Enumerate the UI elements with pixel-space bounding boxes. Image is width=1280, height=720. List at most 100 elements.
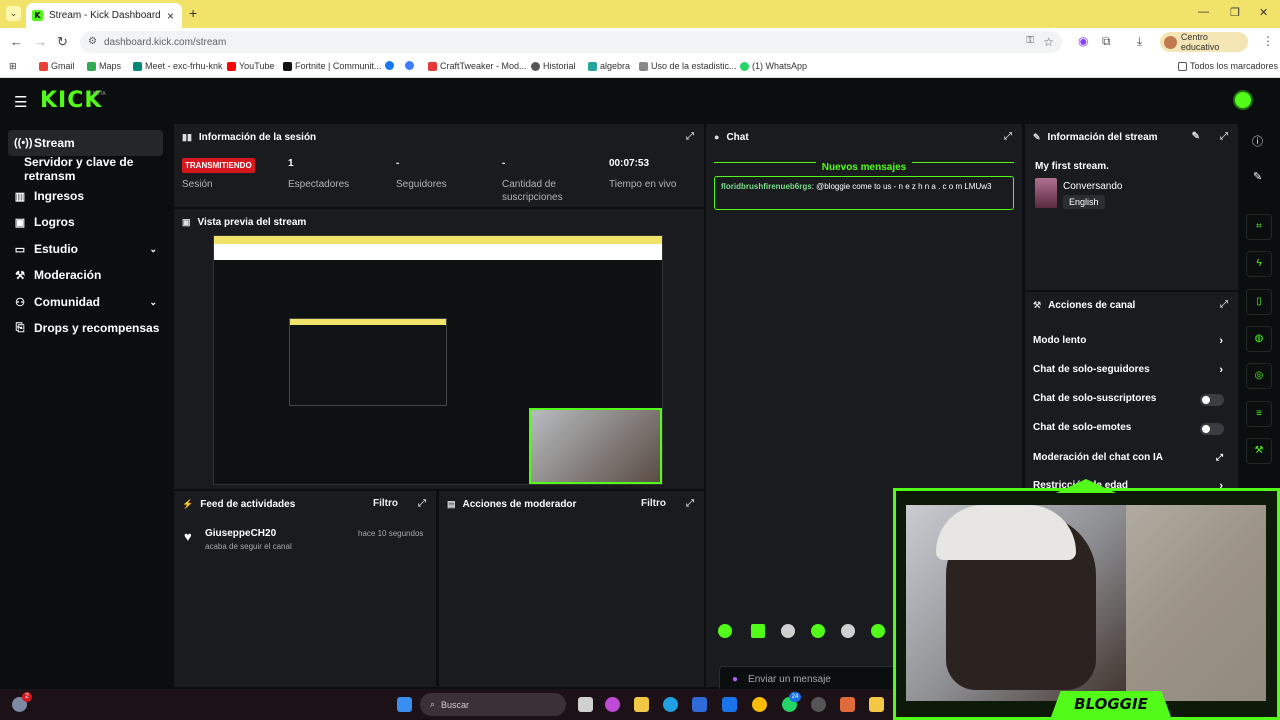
site-info-icon[interactable]: ⚙ bbox=[88, 36, 97, 47]
bookmark-star-icon[interactable]: ☆ bbox=[1043, 35, 1054, 49]
emote-5-icon[interactable] bbox=[841, 624, 855, 638]
toggle-solo-suscriptores[interactable] bbox=[1200, 394, 1224, 406]
expand-icon[interactable]: ⤢ bbox=[1220, 131, 1228, 142]
store-icon[interactable] bbox=[692, 697, 707, 712]
maximize-icon[interactable]: ❐ bbox=[1230, 6, 1240, 19]
stack-icon[interactable]: ≡ bbox=[1246, 401, 1272, 427]
bookmark-maps[interactable]: Maps bbox=[87, 61, 121, 71]
download-icon[interactable]: ⤓ bbox=[1137, 34, 1142, 49]
mail-icon[interactable] bbox=[722, 697, 737, 712]
stream-category[interactable]: Conversando bbox=[1063, 181, 1122, 192]
sidebar-item-logros[interactable]: ▣ Logros bbox=[8, 209, 163, 235]
expand-icon[interactable]: ⤢ bbox=[686, 498, 694, 509]
app-2-icon[interactable] bbox=[869, 697, 884, 712]
stream-preview-video[interactable] bbox=[213, 235, 663, 485]
new-tab-icon[interactable]: + bbox=[189, 5, 197, 21]
emote-6-icon[interactable] bbox=[871, 624, 885, 638]
profile-button[interactable]: Centro educativo bbox=[1160, 32, 1248, 52]
bookmark-crafttweaker[interactable]: CraftTweaker - Mod... bbox=[428, 61, 527, 71]
task-view-icon[interactable] bbox=[578, 697, 593, 712]
stat-followers: - Seguidores bbox=[396, 158, 447, 190]
sidebar-item-moderacion[interactable]: ⚒ Moderación bbox=[8, 262, 163, 288]
action-solo-seguidores[interactable]: Chat de solo-seguidores › bbox=[1033, 364, 1223, 376]
chat-message[interactable]: floridbrushfirenueb6rgs: @bloggie come t… bbox=[714, 176, 1014, 210]
bookmark-messenger[interactable] bbox=[405, 61, 414, 70]
feed-filter-button[interactable]: Filtro bbox=[373, 498, 398, 509]
close-window-icon[interactable]: ✕ bbox=[1259, 6, 1268, 19]
sidebar-item-estudio[interactable]: ▭ Estudio ⌄ bbox=[8, 236, 163, 262]
address-bar: ← → ↻ ⚙ dashboard.kick.com/stream ⚿ ☆ ◉ … bbox=[0, 28, 1280, 56]
whatsapp-icon bbox=[740, 61, 749, 71]
bookmark-whatsapp[interactable]: (1) WhatsApp bbox=[740, 61, 807, 71]
expand-icon[interactable]: ⤢ bbox=[686, 131, 694, 142]
action-modo-lento[interactable]: Modo lento › bbox=[1033, 335, 1223, 347]
edit-icon[interactable]: ✎ bbox=[1192, 131, 1200, 142]
bookmark-fortnite[interactable]: Fortnite | Communit... bbox=[283, 61, 381, 71]
url-field[interactable]: ⚙ dashboard.kick.com/stream ⚿ ☆ bbox=[80, 31, 1062, 53]
file-explorer-icon[interactable] bbox=[634, 697, 649, 712]
bookmark-youtube[interactable]: YouTube bbox=[227, 61, 274, 71]
chat-message-user[interactable]: floridbrushfirenueb6rgs bbox=[721, 182, 812, 191]
forward-icon[interactable]: → bbox=[34, 34, 47, 49]
mod-filter-button[interactable]: Filtro bbox=[641, 498, 666, 509]
tab-search-icon[interactable]: ⌄ bbox=[6, 6, 21, 21]
tab-close-icon[interactable]: × bbox=[167, 9, 174, 23]
expand-icon[interactable]: ⤢ bbox=[418, 498, 426, 509]
browser-menu-icon[interactable]: ⋮ bbox=[1262, 34, 1274, 48]
sidebar-item-servidor[interactable]: Servidor y clave de retransm bbox=[18, 155, 188, 183]
expand-icon[interactable]: ⤢ bbox=[1220, 299, 1228, 310]
edge-icon[interactable] bbox=[663, 697, 678, 712]
emote-4-icon[interactable] bbox=[811, 624, 825, 638]
copilot-icon[interactable] bbox=[605, 697, 620, 712]
obs-icon[interactable] bbox=[811, 697, 826, 712]
info-icon[interactable]: ⓘ bbox=[1252, 133, 1263, 149]
extension-color-icon[interactable]: ◉ bbox=[1078, 34, 1088, 48]
category-thumbnail[interactable] bbox=[1035, 178, 1057, 208]
emote-2-icon[interactable] bbox=[751, 624, 765, 638]
feed-item-user[interactable]: GiuseppeCH20 bbox=[205, 528, 276, 539]
bookmark-meet[interactable]: Meet - exc-frhu-knk bbox=[133, 61, 223, 71]
bookmark-estadistica[interactable]: Uso de la estadistic... bbox=[639, 61, 737, 71]
minimize-icon[interactable]: — bbox=[1198, 6, 1209, 18]
taskbar-search[interactable]: ⌕ Buscar bbox=[420, 693, 566, 716]
chat-message-text: : @bloggie come to us - n e z h n a . c … bbox=[811, 182, 992, 191]
url-text: dashboard.kick.com/stream bbox=[104, 36, 227, 48]
apps-grid-icon[interactable]: ⊞ bbox=[9, 61, 17, 72]
toggle-solo-emotes[interactable] bbox=[1200, 423, 1224, 435]
sidebar-item-ingresos[interactable]: ▥ Ingresos bbox=[8, 183, 163, 209]
back-icon[interactable]: ← bbox=[10, 34, 23, 49]
expand-icon[interactable]: ⤢ bbox=[1004, 131, 1012, 142]
sidebar-item-stream[interactable]: ((•)) Stream bbox=[8, 130, 163, 156]
wrench-tool-icon[interactable]: ⚒ bbox=[1246, 438, 1272, 464]
password-key-icon[interactable]: ⚿ bbox=[1026, 35, 1034, 46]
bolt-icon: ⚡ bbox=[182, 498, 194, 509]
action-moderacion-ia[interactable]: Moderación del chat con IA ⤢ bbox=[1033, 452, 1223, 463]
sidebar-item-drops[interactable]: ⎘ Drops y recompensas bbox=[8, 315, 163, 341]
pencil-icon[interactable]: ✎ bbox=[1253, 170, 1262, 183]
document-icon[interactable]: ▯ bbox=[1246, 289, 1272, 315]
clip-icon[interactable]: ⌗ bbox=[1246, 214, 1272, 240]
sidebar-item-comunidad[interactable]: ⚇ Comunidad ⌄ bbox=[8, 289, 163, 315]
lightning-icon[interactable]: ϟ bbox=[1246, 251, 1272, 277]
chrome-icon[interactable] bbox=[752, 697, 767, 712]
reload-icon[interactable]: ↻ bbox=[57, 34, 68, 50]
stat-live-time: 00:07:53 Tiempo en vivo bbox=[609, 158, 677, 190]
app-icon[interactable] bbox=[840, 697, 855, 712]
emote-3-icon[interactable] bbox=[781, 624, 795, 638]
browser-tab-active[interactable]: K Stream - Kick Dashboard × bbox=[26, 3, 182, 28]
extensions-icon[interactable]: ⧉ bbox=[1102, 34, 1111, 49]
bookmark-facebook[interactable] bbox=[385, 61, 394, 70]
all-bookmarks[interactable]: Todos los marcadores bbox=[1178, 61, 1278, 71]
channel-actions-header: ⚒ Acciones de canal ⤢ bbox=[1033, 299, 1228, 311]
chat-bubble-icon[interactable]: ◍ bbox=[1246, 326, 1272, 352]
chevron-down-icon: ⌄ bbox=[149, 296, 157, 307]
windows-start-icon[interactable] bbox=[397, 697, 412, 712]
bookmark-algebra[interactable]: algebra bbox=[588, 61, 630, 71]
menu-icon[interactable]: ☰ bbox=[14, 93, 27, 111]
bookmark-historial[interactable]: Historial bbox=[531, 61, 576, 71]
broadcast-icon[interactable]: ◎ bbox=[1246, 363, 1272, 389]
microphone-icon[interactable]: ● bbox=[732, 674, 738, 685]
bookmark-gmail[interactable]: Gmail bbox=[39, 61, 75, 71]
user-avatar[interactable] bbox=[1233, 90, 1253, 110]
emote-1-icon[interactable] bbox=[718, 624, 732, 638]
